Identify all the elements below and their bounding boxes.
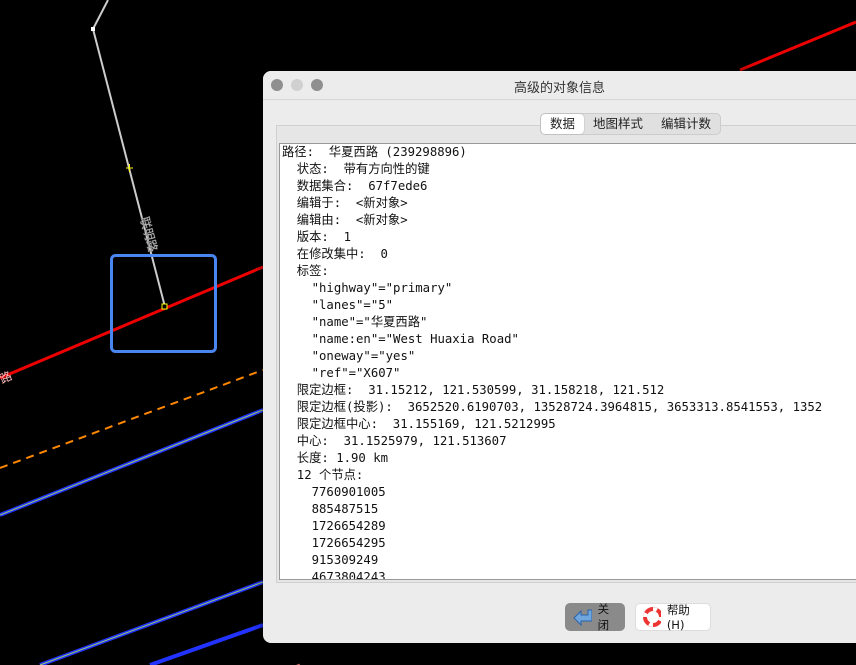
close-button[interactable]: 关闭 <box>565 602 625 632</box>
info-line: 路径: 华夏西路 (239298896) <box>282 145 467 159</box>
info-line: 编辑由: <新对象> <box>282 213 408 227</box>
way-red[interactable] <box>739 20 856 72</box>
info-line: 915309249 <box>282 553 379 567</box>
info-line: "name:en"="West Huaxia Road" <box>282 332 519 346</box>
info-line: 限定边框: 31.15212, 121.530599, 31.158218, 1… <box>282 383 665 397</box>
info-line: "oneway"="yes" <box>282 349 416 363</box>
road-label: 联明路 <box>137 215 161 254</box>
info-line: 版本: 1 <box>282 230 352 244</box>
info-line: 12 个节点: <box>282 468 364 482</box>
info-line: 4673804243 <box>282 570 386 580</box>
object-info-dialog: 高级的对象信息 数据 地图样式 编辑计数 路径: 华夏西路 (239298896… <box>263 71 856 643</box>
way-blue[interactable] <box>149 623 264 665</box>
info-text-area[interactable]: 路径: 华夏西路 (239298896) 状态: 带有方向性的键 数据集合: 6… <box>279 143 856 580</box>
info-line: 长度: 1.90 km <box>282 451 389 465</box>
info-line: "ref"="X607" <box>282 366 401 380</box>
way-selected-red[interactable] <box>0 265 264 380</box>
road-label: 路 <box>0 368 14 387</box>
info-line: 标签: <box>282 264 329 278</box>
info-line: "lanes"="5" <box>282 298 394 312</box>
title-bar[interactable]: 高级的对象信息 <box>263 71 856 100</box>
info-line: 885487515 <box>282 502 379 516</box>
dialog-title: 高级的对象信息 <box>513 81 605 96</box>
tab-map-style[interactable]: 地图样式 <box>584 114 652 134</box>
back-arrow-icon <box>573 609 592 626</box>
info-line: 编辑于: <新对象> <box>282 196 408 210</box>
tab-data[interactable]: 数据 <box>541 114 585 134</box>
tab-edit-counts[interactable]: 编辑计数 <box>652 114 720 134</box>
help-button[interactable]: 帮助(H) <box>635 603 711 632</box>
tab-bar: 数据 地图样式 编辑计数 <box>540 113 722 135</box>
close-label: 关闭 <box>597 602 610 632</box>
info-line: 在修改集中: 0 <box>282 247 388 261</box>
info-line: 限定边框(投影): 3652520.6190703, 13528724.3964… <box>282 400 823 414</box>
info-line: 1726654289 <box>282 519 386 533</box>
info-line: 7760901005 <box>282 485 386 499</box>
selected-node[interactable] <box>161 303 168 310</box>
info-line: 1726654295 <box>282 536 386 550</box>
lifebuoy-icon <box>643 607 661 627</box>
help-label: 帮助(H) <box>666 603 690 632</box>
way-segment[interactable] <box>92 0 109 30</box>
info-line: 限定边框中心: 31.155169, 121.5212995 <box>282 417 556 431</box>
info-line: "name"="华夏西路" <box>282 315 428 329</box>
node[interactable] <box>91 27 95 31</box>
info-line: "highway"="primary" <box>282 281 453 295</box>
info-line: 中心: 31.1525979, 121.513607 <box>282 434 507 448</box>
way-dashed[interactable] <box>0 369 264 469</box>
info-line: 数据集合: 67f7ede6 <box>282 179 428 193</box>
info-line: 状态: 带有方向性的键 <box>282 162 430 176</box>
